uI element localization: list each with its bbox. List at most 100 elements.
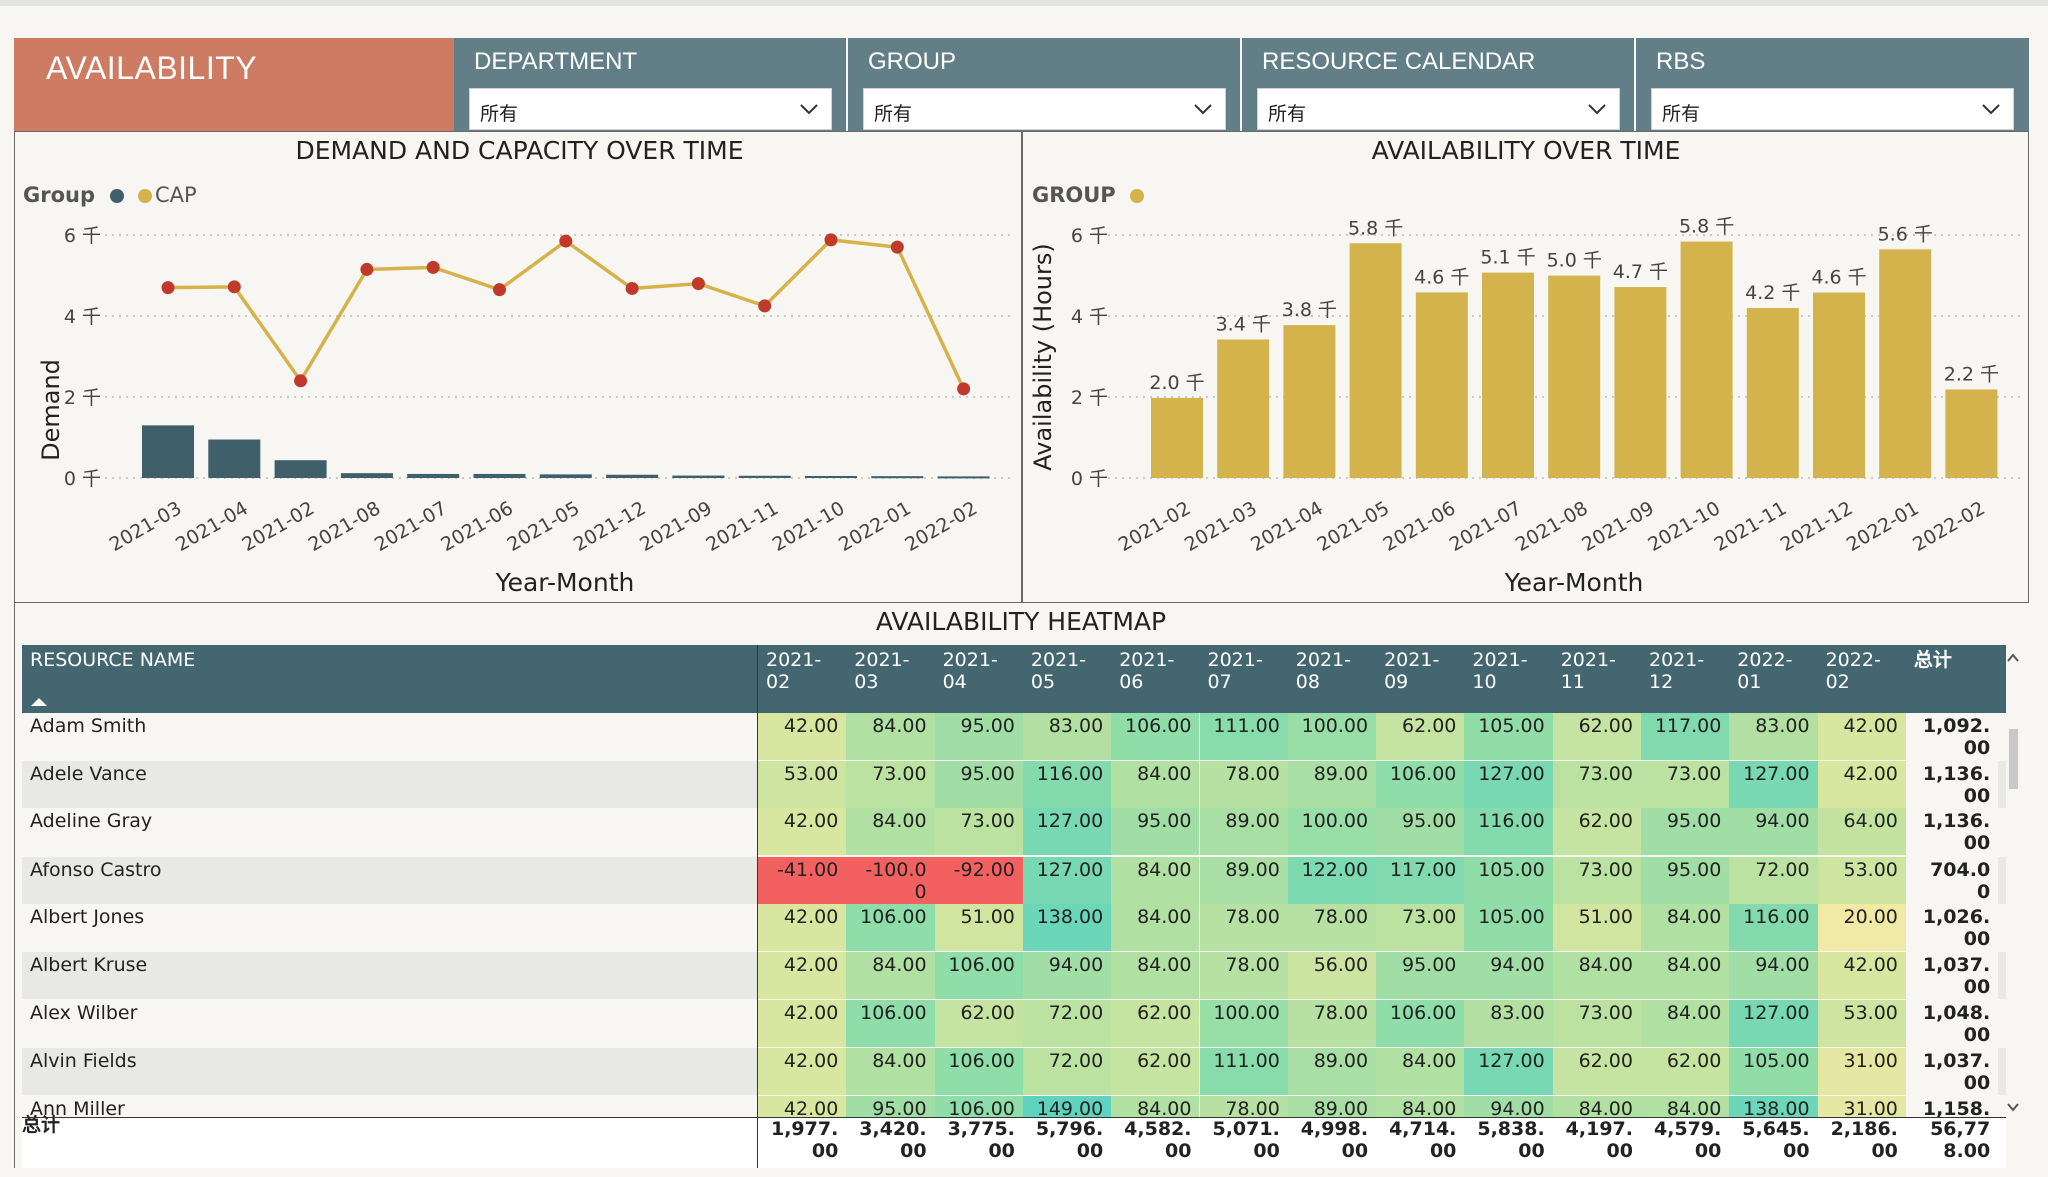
column-total: 5,796. 00 <box>1035 1118 1104 1162</box>
resource-name: Adele Vance <box>30 763 147 785</box>
heatmap-cell: 100.00 <box>1199 1000 1288 1047</box>
row-total: 704.0 0 <box>1905 857 1999 904</box>
heatmap-cell: 62.00 <box>1552 713 1641 760</box>
x-axis-label: Year-Month <box>1504 568 1644 597</box>
cap-point <box>824 233 838 247</box>
table-row[interactable]: Alex Wilber 42.00 106.00 62.00 72.00 62.00 100… <box>22 1000 2006 1047</box>
heatmap-body[interactable]: Adam Smith 42.00 84.00 95.00 83.00 106.00 111.… <box>22 713 2006 1118</box>
demand-bar <box>805 475 857 478</box>
data-label: 5.8 千 <box>1679 216 1734 238</box>
heatmap-cell: 62.00 <box>1552 808 1641 855</box>
table-row[interactable]: Albert Kruse 42.00 84.00 106.00 94.00 84.00 78… <box>22 952 2006 999</box>
heatmap-cell: 84.00 <box>1552 1096 1641 1118</box>
demand-capacity-chart[interactable]: Group CAP 0 千2 千4 千6 千 2021-032021-04202… <box>15 132 1020 600</box>
table-row[interactable]: Adeline Gray 42.00 84.00 73.00 127.00 95.00 89… <box>22 808 2006 855</box>
header-month[interactable]: 2021- 08 <box>1296 649 1351 693</box>
header-month[interactable]: 2021- 05 <box>1031 649 1086 693</box>
demand-bar <box>142 425 194 478</box>
table-row[interactable]: Ann Miller 42.00 95.00 106.00 149.00 84.00 78.… <box>22 1096 2006 1118</box>
header-resource-name[interactable]: RESOURCE NAME <box>30 649 195 671</box>
heatmap-cell: 95.00 <box>934 713 1023 760</box>
availability-over-time-chart[interactable]: GROUP 0 千 2 千 4 千 6 千 2.0 千 3.4 千 3.8 千 5.8 千 4… <box>1022 132 2026 600</box>
header-month[interactable]: 2021- 02 <box>766 649 821 693</box>
heatmap-totals-row: 总计 1,977. 00 3,420. 00 3,775. 00 5,796. 00 4,… <box>22 1114 2006 1168</box>
cap-point <box>360 262 374 276</box>
heatmap-cell: 94.00 <box>1464 952 1553 999</box>
heatmap-cell: 83.00 <box>1464 1000 1553 1047</box>
legend-title: Group <box>23 183 95 207</box>
data-label: 4.2 千 <box>1745 282 1800 304</box>
scroll-thumb[interactable] <box>2009 729 2018 789</box>
column-total: 5,645. 00 <box>1742 1118 1810 1162</box>
heatmap-cell: 42.00 <box>1817 952 1906 999</box>
y-tick-label: 2 千 <box>1071 387 1108 409</box>
heatmap-cell: 127.00 <box>1022 857 1112 904</box>
heatmap-cell: 89.00 <box>1287 761 1377 808</box>
x-tick-label: 2021-09 <box>1578 497 1658 556</box>
scroll-down-icon[interactable] <box>2007 1103 2019 1112</box>
header-month[interactable]: 2022- 01 <box>1737 649 1792 693</box>
rbs-dropdown[interactable]: 所有 <box>1651 88 2014 130</box>
heatmap-cell: 72.00 <box>1729 857 1818 904</box>
availability-bar <box>1482 272 1534 478</box>
heatmap-cell: 78.00 <box>1287 1000 1377 1047</box>
column-total: 4,714. 00 <box>1389 1118 1457 1162</box>
table-row[interactable]: Adam Smith 42.00 84.00 95.00 83.00 106.00 111.… <box>22 713 2006 760</box>
heatmap-cell: 84.00 <box>1111 952 1200 999</box>
x-tick-label: 2021-07 <box>1446 497 1526 556</box>
header-month[interactable]: 2021- 12 <box>1649 649 1704 693</box>
data-label: 4.6 千 <box>1811 267 1866 289</box>
column-total: 5,071. 00 <box>1212 1118 1280 1162</box>
availability-heatmap: AVAILABILITY HEATMAP RESOURCE NAME 2021- … <box>14 603 2028 1168</box>
header-month[interactable]: 2021- 07 <box>1208 649 1263 693</box>
heatmap-cell: 100.00 <box>1287 808 1377 855</box>
heatmap-cell: 84.00 <box>846 713 935 760</box>
group-dropdown[interactable]: 所有 <box>863 88 1226 130</box>
heatmap-cell: 53.00 <box>1817 1000 1906 1047</box>
heatmap-cell: 94.00 <box>1729 808 1818 855</box>
legend-dot-bars <box>110 189 124 203</box>
y-tick-label: 6 千 <box>64 225 101 247</box>
column-total: 2,186. 00 <box>1830 1118 1898 1162</box>
heatmap-cell: 84.00 <box>1552 952 1641 999</box>
resource-name: Albert Jones <box>30 906 145 928</box>
header-month[interactable]: 2021- 06 <box>1119 649 1174 693</box>
x-tick-label: 2021-09 <box>636 497 716 556</box>
department-dropdown[interactable]: 所有 <box>469 88 832 130</box>
legend-entry-cap: CAP <box>155 183 197 207</box>
header-month[interactable]: 总计 <box>1914 649 1952 671</box>
resource-name: Albert Kruse <box>30 954 148 976</box>
sort-ascending-icon[interactable] <box>30 695 48 707</box>
scroll-up-icon[interactable] <box>2007 653 2019 662</box>
header-month[interactable]: 2022- 02 <box>1826 649 1881 693</box>
heatmap-cell: 106.00 <box>934 1096 1023 1118</box>
data-label: 3.8 千 <box>1282 299 1337 321</box>
cap-point <box>161 281 175 295</box>
table-row[interactable]: Adele Vance 53.00 73.00 95.00 116.00 84.00 78.… <box>22 761 2006 808</box>
heatmap-cell: 78.00 <box>1199 761 1288 808</box>
x-tick-label: 2021-05 <box>1313 497 1393 556</box>
header-month[interactable]: 2021- 11 <box>1561 649 1616 693</box>
heatmap-cell: 105.00 <box>1464 713 1553 760</box>
header-month[interactable]: 2021- 09 <box>1384 649 1439 693</box>
header-month[interactable]: 2021- 04 <box>943 649 998 693</box>
heatmap-cell: 106.00 <box>1376 1000 1465 1047</box>
header-month[interactable]: 2021- 03 <box>854 649 909 693</box>
header-month[interactable]: 2021- 10 <box>1472 649 1527 693</box>
y-tick-label: 4 千 <box>1071 306 1108 328</box>
availability-bar <box>1680 241 1733 478</box>
table-row[interactable]: Afonso Castro -41.00 -100.0 0 -92.00 127.00 8… <box>22 857 2006 904</box>
resource-calendar-dropdown[interactable]: 所有 <box>1257 88 1620 130</box>
heatmap-scrollbar[interactable] <box>2004 645 2022 1120</box>
heatmap-cell: 62.00 <box>1552 1048 1641 1095</box>
x-tick-label: 2021-11 <box>1711 497 1791 556</box>
heatmap-cell: 84.00 <box>1641 904 1730 951</box>
x-tick-label: 2021-12 <box>1777 497 1857 556</box>
cap-line <box>167 238 966 390</box>
heatmap-cell: 149.00 <box>1022 1096 1112 1118</box>
table-row[interactable]: Alvin Fields 42.00 84.00 106.00 72.00 62.00 11… <box>22 1048 2006 1095</box>
heatmap-cell: 62.00 <box>1111 1000 1200 1047</box>
y-tick-label: 2 千 <box>64 387 101 409</box>
table-row[interactable]: Albert Jones 42.00 106.00 51.00 138.00 84.00 7… <box>22 904 2006 951</box>
demand-capacity-panel: DEMAND AND CAPACITY OVER TIME Group CAP … <box>14 131 1023 603</box>
